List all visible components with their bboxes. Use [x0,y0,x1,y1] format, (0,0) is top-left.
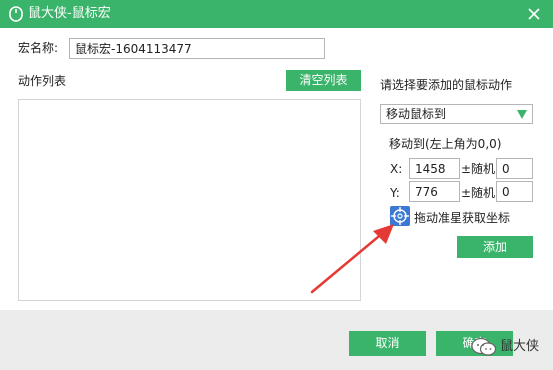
mouse-action-prompt: 请选择要添加的鼠标动作 [380,78,513,92]
mouse-action-select[interactable]: 移动鼠标到 [380,104,533,124]
crosshair-label: 拖动准星获取坐标 [414,211,511,225]
y-label: Y: [390,186,400,200]
wechat-icon [471,337,497,356]
watermark-text: 鼠大侠 [500,339,540,354]
move-to-label: 移动到(左上角为0,0) [389,137,502,151]
crosshair-drag-handle[interactable] [390,206,410,226]
x-random-label: ±随机: [461,162,500,176]
y-coordinate-input[interactable] [409,181,460,202]
add-action-button[interactable]: 添加 [457,236,533,258]
close-icon[interactable] [525,5,543,23]
crosshair-icon [391,207,409,225]
action-list-label: 动作列表 [18,74,67,88]
y-random-input[interactable] [496,181,533,202]
window-title: 鼠大侠-鼠标宏 [28,6,111,21]
mouse-logo-icon [9,6,23,22]
macro-name-input[interactable] [69,38,325,59]
x-label: X: [390,162,403,176]
mouse-action-selected: 移动鼠标到 [386,107,447,121]
macro-name-label: 宏名称: [18,41,59,55]
triangle-down-icon [517,110,527,119]
cancel-button[interactable]: 取消 [349,331,426,356]
action-list[interactable] [18,99,361,301]
watermark: 鼠大侠 [470,336,550,358]
x-coordinate-input[interactable] [409,158,460,179]
y-random-label: ±随机: [461,186,500,200]
x-random-input[interactable] [496,158,533,179]
clear-list-button[interactable]: 清空列表 [286,70,361,91]
title-bar: 鼠大侠-鼠标宏 [0,0,553,28]
